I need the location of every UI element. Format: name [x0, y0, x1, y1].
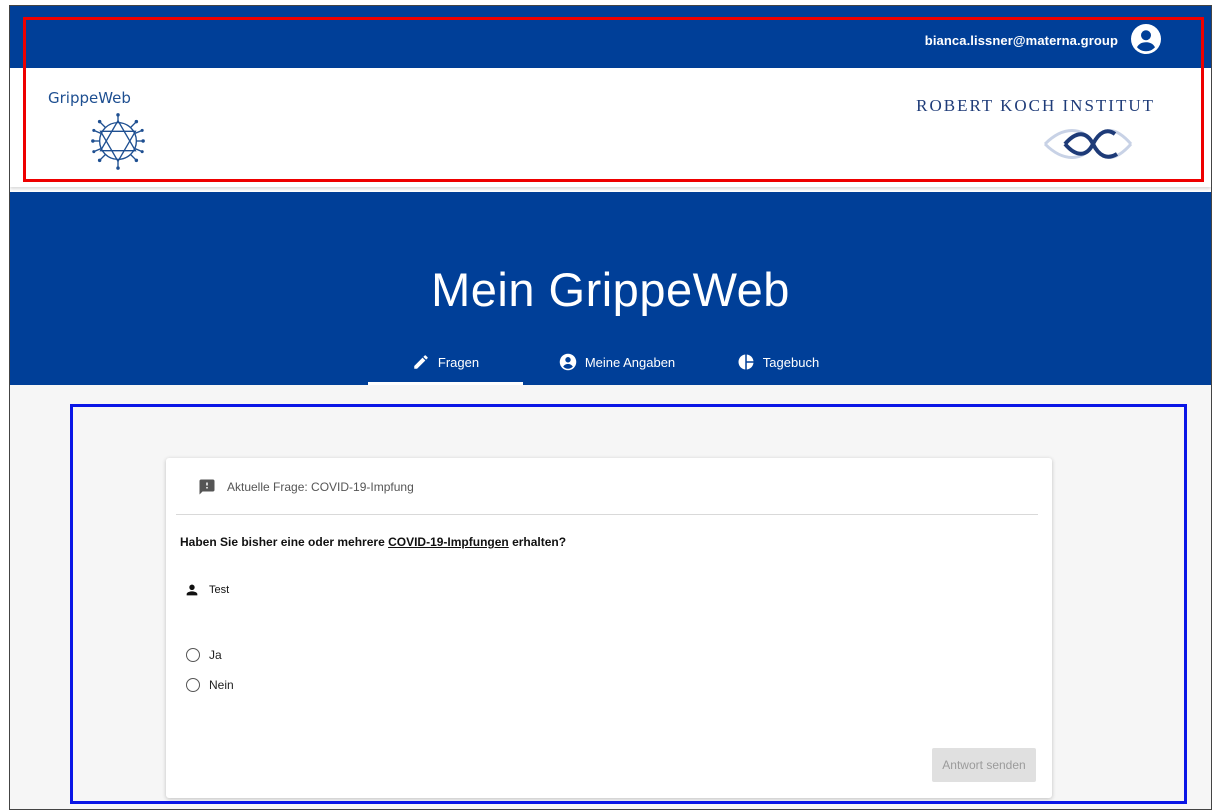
tab-tagebuch-label: Tagebuch: [762, 354, 820, 370]
pencil-icon: [414, 355, 428, 369]
header-highlight-box: [23, 17, 1204, 182]
pie-chart-icon: [738, 354, 754, 370]
tab-meine-angaben-label: Meine Angaben: [584, 354, 676, 370]
tab-fragen[interactable]: Fragen: [368, 342, 523, 385]
content-highlight-box: [70, 404, 1187, 804]
page-title: Mein GrippeWeb: [431, 263, 790, 316]
hero-banner: Mein GrippeWeb Fragen Meine Angaben Tage…: [10, 192, 1211, 385]
tab-tagebuch[interactable]: Tagebuch: [711, 342, 845, 382]
main-tabs: Fragen Meine Angaben Tagebuch: [368, 342, 845, 385]
tab-meine-angaben[interactable]: Meine Angaben: [523, 342, 711, 382]
tab-fragen-label: Fragen: [437, 354, 480, 370]
account-circle-icon: [559, 353, 577, 371]
